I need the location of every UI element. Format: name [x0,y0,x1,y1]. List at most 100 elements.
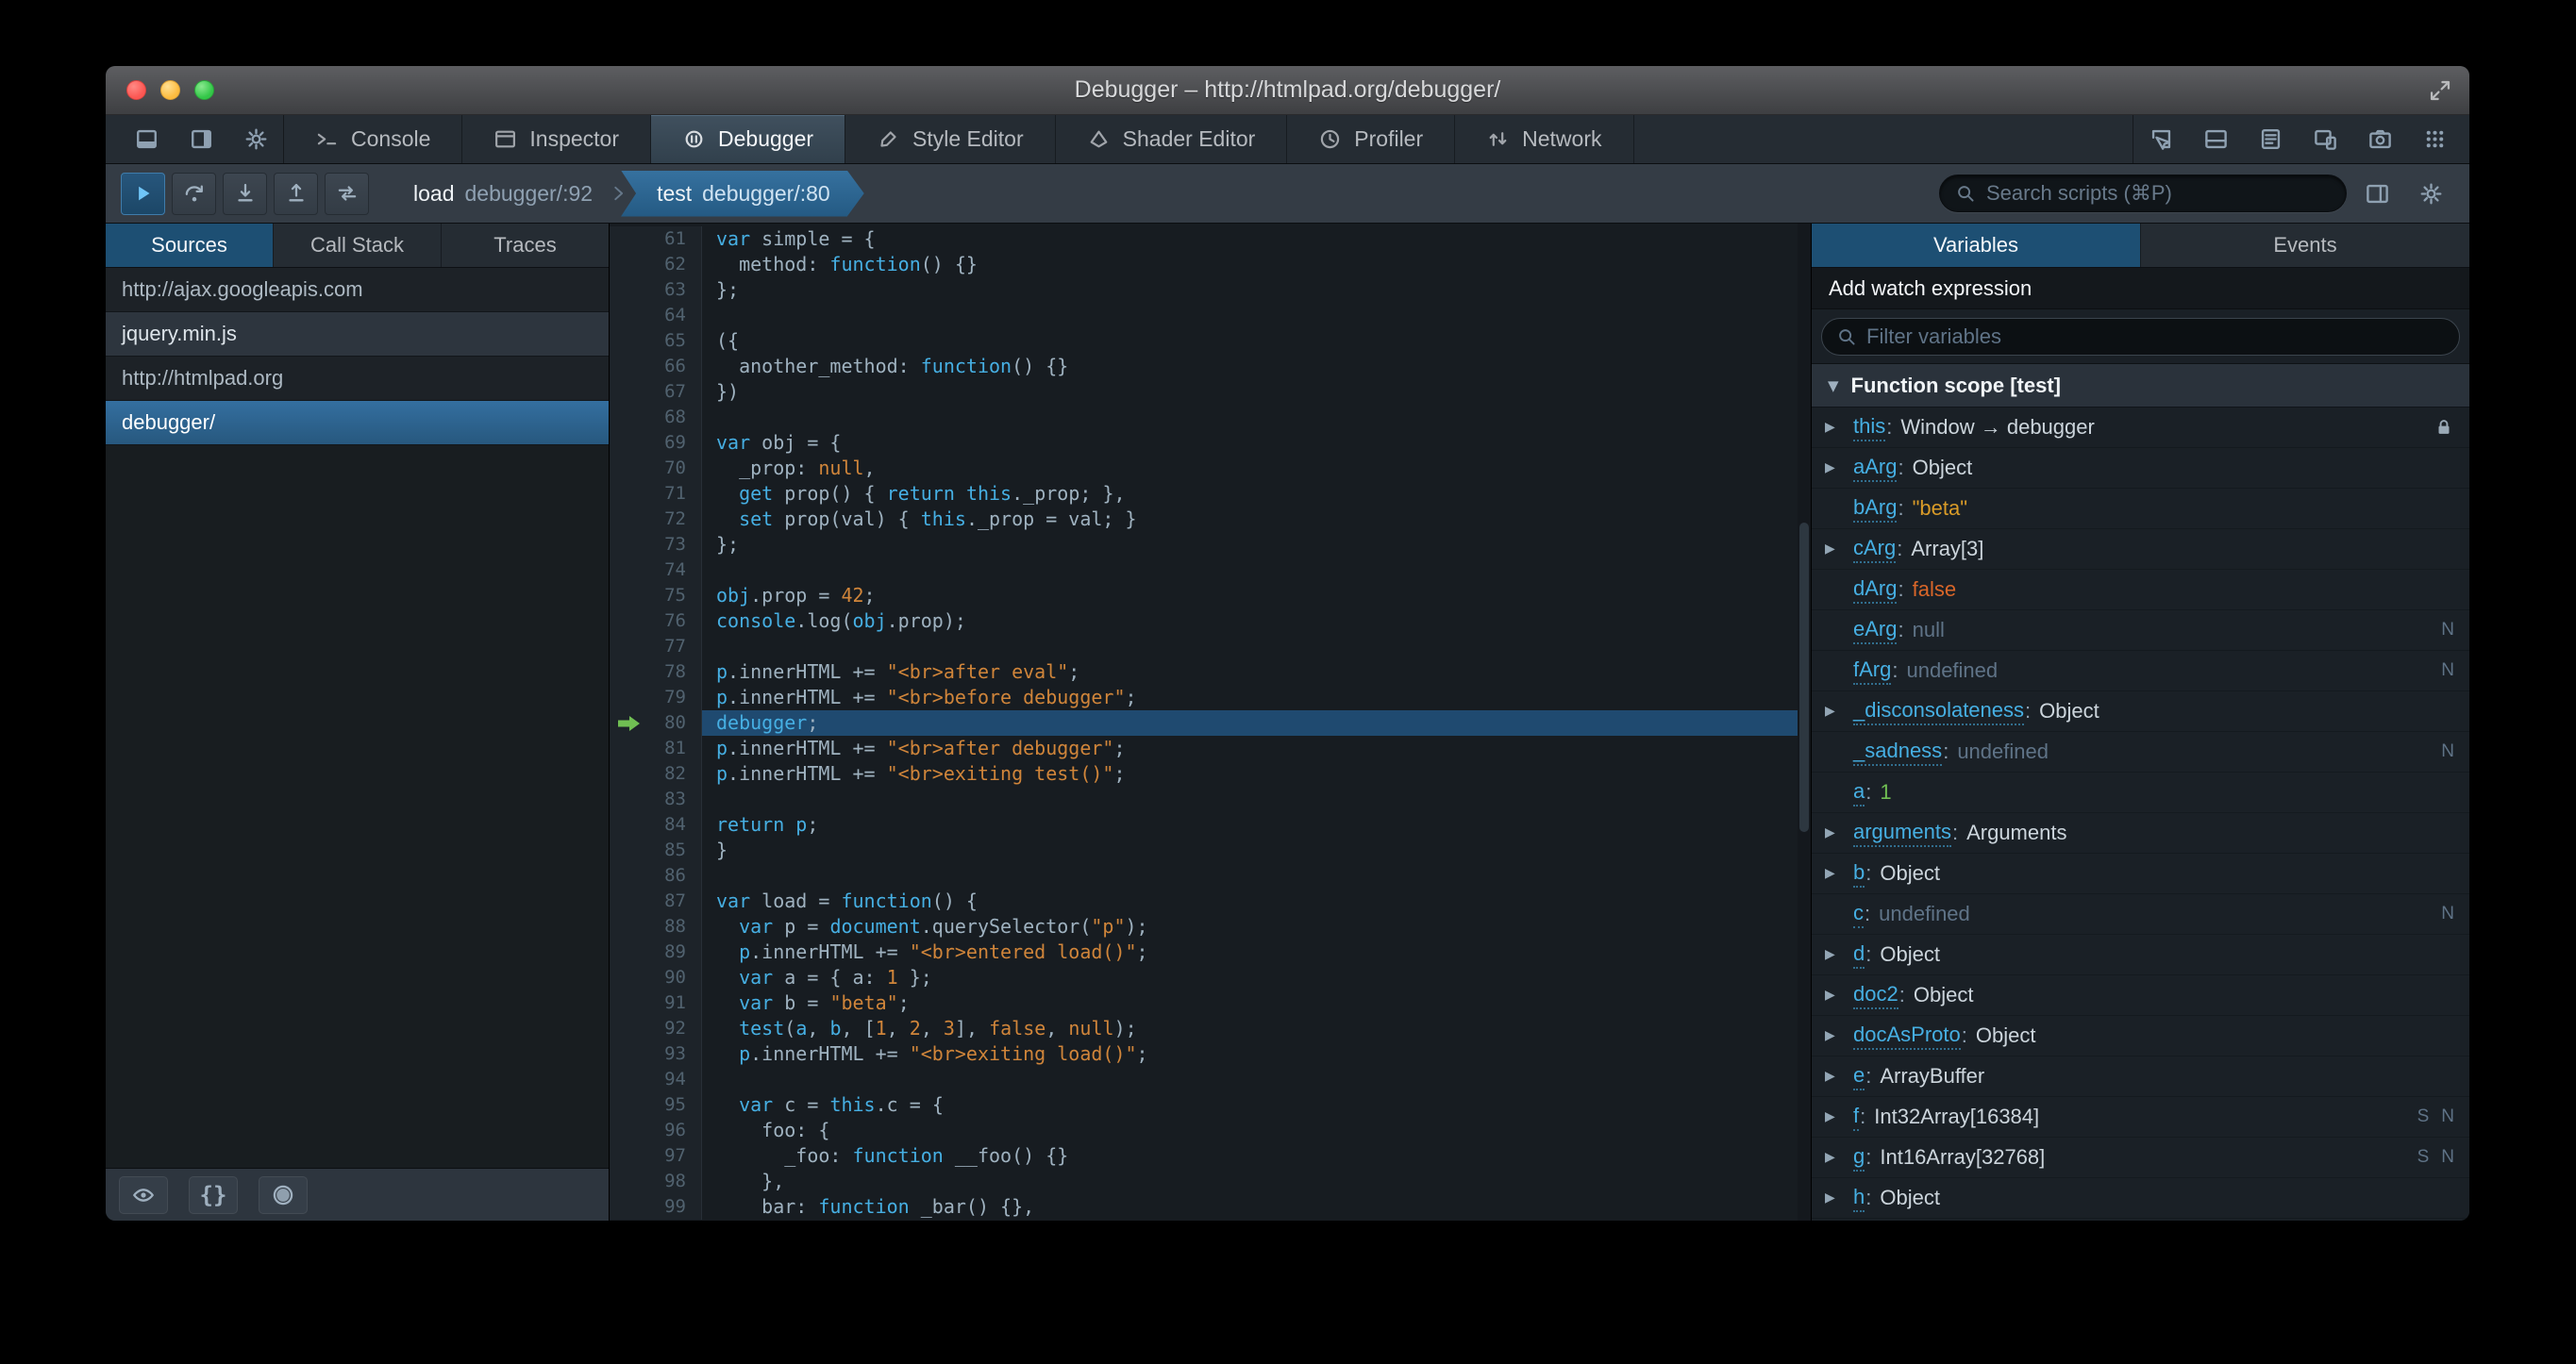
variable-row-sadness[interactable]: ▶_sadness:undefinedN [1812,732,2469,773]
code-line-76[interactable]: 76 console.log(obj.prop); [610,608,1811,634]
code-line-72[interactable]: 72 set prop(val) { this._prop = val; } [610,507,1811,532]
line-number[interactable]: 66 [610,354,702,379]
app-manager-button[interactable] [2407,115,2462,163]
code-line-92[interactable]: 92 test(a, b, [1, 2, 3], false, null); [610,1016,1811,1041]
line-number[interactable]: 62 [610,252,702,277]
window-titlebar[interactable]: Debugger – http://htmlpad.org/debugger/ [106,66,2469,115]
blackbox-source-button[interactable] [119,1175,168,1214]
source-item-jquery-min-js[interactable]: jquery.min.js [106,312,609,357]
source-item-http-htmlpad-org[interactable]: http://htmlpad.org [106,357,609,401]
code-line-88[interactable]: 88 var p = document.querySelector("p"); [610,914,1811,940]
expand-arrow-icon[interactable]: ▶ [1825,1069,1853,1084]
scope-header[interactable]: ▼ Function scope [test] [1812,364,2469,408]
code-line-74[interactable]: 74 [610,557,1811,583]
minimize-button[interactable] [160,80,180,100]
sources-tab-sources[interactable]: Sources [106,224,274,267]
code-line-97[interactable]: 97 _foo: function __foo() {} [610,1143,1811,1169]
code-editor[interactable]: 61 var simple = {62 method: function() {}… [610,224,1811,1221]
split-console-button[interactable] [2188,115,2243,163]
expand-arrow-icon[interactable]: ▶ [1825,988,1853,1003]
breadcrumb-load[interactable]: load debugger/:92 [396,171,610,217]
line-number[interactable]: 98 [610,1169,702,1194]
step-over-button[interactable] [172,172,216,215]
dock-toolbox-bottom-button[interactable] [119,115,174,163]
line-number[interactable]: 81 [610,736,702,761]
line-number[interactable]: 79 [610,685,702,710]
window-resize-icon[interactable] [2428,78,2452,103]
expand-arrow-icon[interactable]: ▶ [1825,704,1853,719]
code-line-99[interactable]: 99 bar: function _bar() {}, [610,1194,1811,1220]
variable-row-g[interactable]: ▶ g: Int16Array[32768] S N [1812,1138,2469,1178]
pause-on-exceptions-button[interactable] [259,1175,308,1214]
code-line-77[interactable]: 77 [610,634,1811,659]
code-line-78[interactable]: 78 p.innerHTML += "<br>after eval"; [610,659,1811,685]
tab-profiler[interactable]: Profiler [1287,115,1456,163]
line-number[interactable]: 68 [610,405,702,430]
sources-tab-traces[interactable]: Traces [442,224,609,267]
code-line-61[interactable]: 61 var simple = { [610,226,1811,252]
line-number[interactable]: 90 [610,965,702,990]
code-line-86[interactable]: 86 [610,863,1811,889]
step-in-button[interactable] [223,172,267,215]
code-line-91[interactable]: 91 var b = "beta"; [610,990,1811,1016]
variable-row-farg[interactable]: ▶fArg:undefinedN [1812,651,2469,691]
search-scripts-input[interactable] [1986,181,2331,206]
code-line-63[interactable]: 63}; [610,277,1811,303]
line-number[interactable]: 80 [610,710,702,736]
line-number[interactable]: 83 [610,787,702,812]
code-line-85[interactable]: 85} [610,838,1811,863]
line-number[interactable]: 84 [610,812,702,838]
line-number[interactable]: 76 [610,608,702,634]
code-line-80[interactable]: 80 debugger; [610,710,1811,736]
toggle-panes-button[interactable] [2353,173,2400,215]
line-number[interactable]: 94 [610,1067,702,1092]
tab-inspector[interactable]: Inspector [462,115,651,163]
tracer-button[interactable] [325,172,369,215]
line-number[interactable]: 70 [610,456,702,481]
line-number[interactable]: 72 [610,507,702,532]
code-line-71[interactable]: 71 get prop() { return this._prop; }, [610,481,1811,507]
debugger-options-button[interactable] [2407,173,2454,215]
expand-arrow-icon[interactable]: ▶ [1825,460,1853,475]
code-line-87[interactable]: 87 var load = function() { [610,889,1811,914]
source-item-http-ajax-googleapis-com[interactable]: http://ajax.googleapis.com [106,268,609,312]
line-number[interactable]: 61 [610,226,702,252]
variable-row-arguments[interactable]: ▶ arguments: Arguments [1812,813,2469,854]
code-line-62[interactable]: 62 method: function() {} [610,252,1811,277]
variable-row-aarg[interactable]: ▶ aArg: Object [1812,448,2469,489]
line-number[interactable]: 78 [610,659,702,685]
variable-row-a[interactable]: ▶a:1 [1812,773,2469,813]
screenshot-button[interactable] [2352,115,2407,163]
watch-expression-row[interactable]: Add watch expression [1812,268,2469,309]
code-line-96[interactable]: 96 foo: { [610,1118,1811,1143]
line-number[interactable]: 69 [610,430,702,456]
expand-arrow-icon[interactable]: ▶ [1825,1150,1853,1165]
line-number[interactable]: 88 [610,914,702,940]
line-number[interactable]: 85 [610,838,702,863]
code-line-65[interactable]: 65 ({ [610,328,1811,354]
tab-network[interactable]: Network [1455,115,1634,163]
responsive-mode-button[interactable] [2298,115,2352,163]
line-number[interactable]: 67 [610,379,702,405]
tab-style-editor[interactable]: Style Editor [845,115,1056,163]
line-number[interactable]: 82 [610,761,702,787]
close-button[interactable] [126,80,146,100]
variables-tab-events[interactable]: Events [2141,224,2469,267]
code-line-70[interactable]: 70 _prop: null, [610,456,1811,481]
variable-row-barg[interactable]: ▶bArg:"beta" [1812,489,2469,529]
expand-arrow-icon[interactable]: ▶ [1825,1109,1853,1124]
line-number[interactable]: 71 [610,481,702,507]
line-number[interactable]: 77 [610,634,702,659]
variable-row-b[interactable]: ▶ b: Object [1812,854,2469,894]
line-number[interactable]: 65 [610,328,702,354]
code-line-95[interactable]: 95 var c = this.c = { [610,1092,1811,1118]
pick-element-button[interactable] [2133,115,2188,163]
expand-arrow-icon[interactable]: ▶ [1825,541,1853,557]
variable-row-h[interactable]: ▶ h: Object [1812,1178,2469,1219]
filter-variables-input[interactable] [1866,324,2445,349]
pretty-print-button[interactable]: {} [189,1175,238,1214]
scrollbar-thumb[interactable] [1799,523,1809,832]
variables-tab-variables[interactable]: Variables [1812,224,2141,267]
tab-console[interactable]: Console [284,115,463,163]
variable-row-darg[interactable]: ▶dArg:false [1812,570,2469,610]
